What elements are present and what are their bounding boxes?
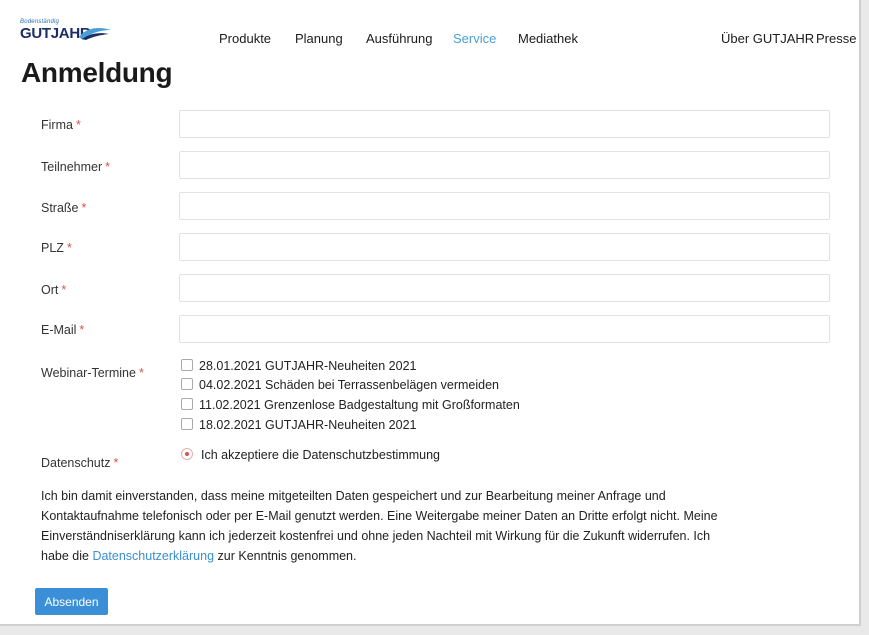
plz-field[interactable] — [179, 233, 830, 261]
page-title: Anmeldung — [21, 57, 173, 88]
webinar-option-1[interactable]: 28.01.2021 GUTJAHR-Neuheiten 2021 — [181, 359, 417, 377]
strasse-field[interactable] — [179, 192, 830, 220]
submit-button[interactable]: Absenden — [35, 588, 108, 615]
datenschutzerklaerung-link[interactable]: Datenschutzerklärung — [92, 549, 214, 563]
email-label: E-Mail * — [41, 323, 85, 337]
nav-item-produkte[interactable]: Produkte — [219, 31, 271, 46]
teilnehmer-label: Teilnehmer * — [41, 160, 111, 174]
teilnehmer-field[interactable] — [179, 151, 830, 179]
nav-item-presse[interactable]: Presse — [816, 31, 856, 46]
checkbox[interactable] — [181, 418, 193, 430]
nav-item-mediathek[interactable]: Mediathek — [518, 31, 578, 46]
nav-item-ausfuehrung[interactable]: Ausführung — [366, 31, 433, 46]
site-header: Bodenständig GUTJAHR Produkte Planung Au… — [0, 0, 861, 56]
logo-swoosh-icon — [79, 28, 111, 40]
email-field[interactable] — [179, 315, 830, 343]
datenschutz-label: Datenschutz * — [41, 456, 119, 470]
webinar-option-2[interactable]: 04.02.2021 Schäden bei Terrassenbelägen … — [181, 378, 499, 396]
logo[interactable]: Bodenständig GUTJAHR — [20, 19, 120, 46]
ort-label: Ort * — [41, 283, 67, 297]
privacy-radio[interactable] — [181, 448, 193, 460]
nav-item-planung[interactable]: Planung — [295, 31, 343, 46]
nav-item-ueber-gutjahr[interactable]: Über GUTJAHR — [721, 31, 814, 46]
webinar-option-4[interactable]: 18.02.2021 GUTJAHR-Neuheiten 2021 — [181, 418, 417, 436]
nav-item-service[interactable]: Service — [453, 31, 496, 46]
plz-label: PLZ * — [41, 241, 72, 255]
checkbox[interactable] — [181, 378, 193, 390]
webinar-option-3[interactable]: 11.02.2021 Grenzenlose Badgestaltung mit… — [181, 398, 520, 416]
strasse-label: Straße * — [41, 201, 87, 215]
firma-field[interactable] — [179, 110, 830, 138]
ort-field[interactable] — [179, 274, 830, 302]
webinar-termine-label: Webinar-Termine * — [41, 366, 144, 380]
checkbox[interactable] — [181, 359, 193, 371]
privacy-option[interactable]: Ich akzeptiere die Datenschutzbestimmung — [181, 448, 440, 466]
page-frame: Bodenständig GUTJAHR Produkte Planung Au… — [0, 0, 861, 626]
firma-label: Firma * — [41, 118, 81, 132]
checkbox[interactable] — [181, 398, 193, 410]
consent-text: Ich bin damit einverstanden, dass meine … — [41, 489, 718, 563]
